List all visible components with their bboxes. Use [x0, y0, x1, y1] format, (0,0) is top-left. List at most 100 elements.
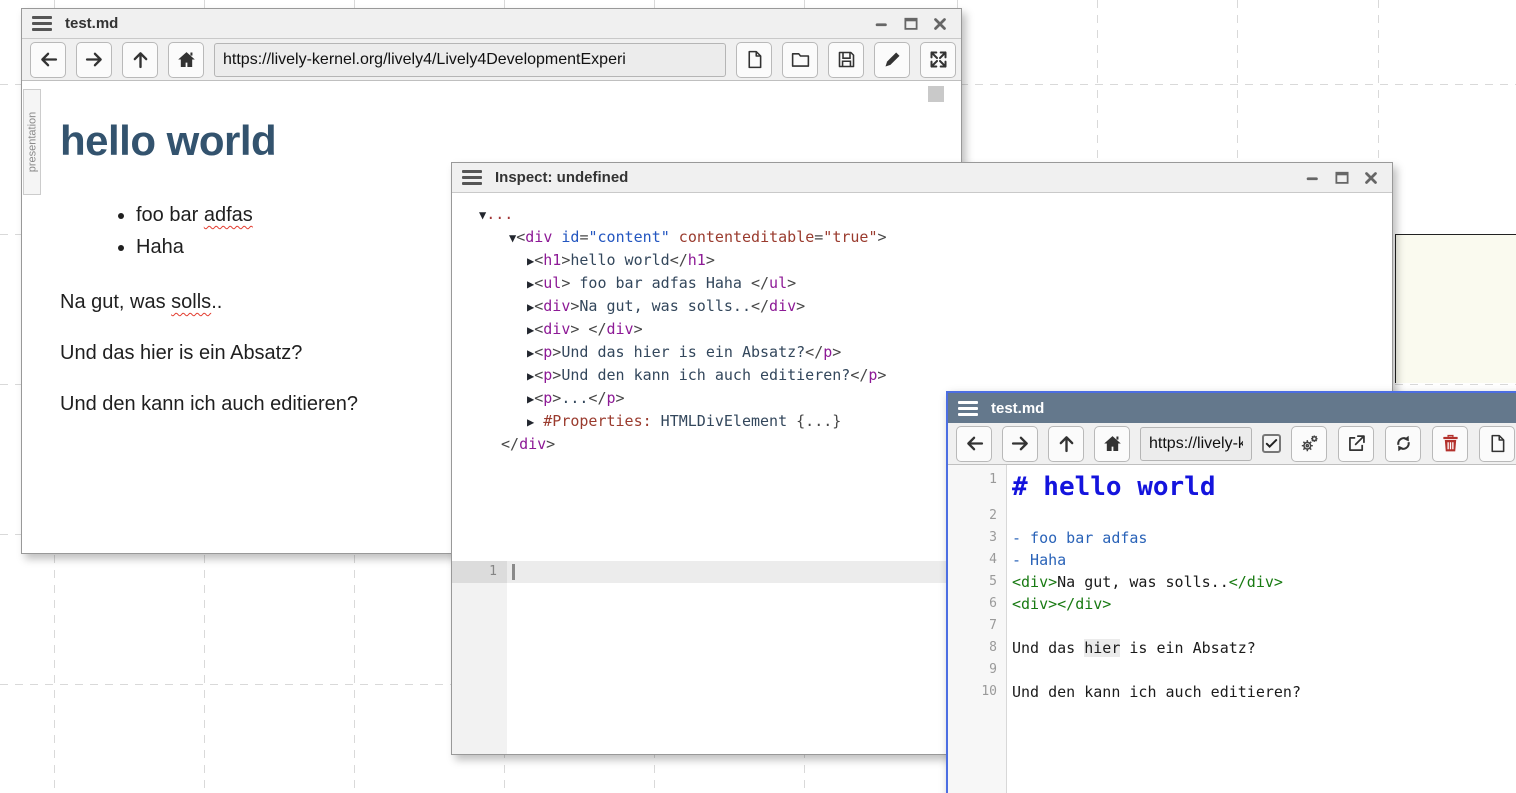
- editor-line[interactable]: 10Und den kann ich auch editieren?: [948, 681, 1516, 703]
- editor-line-content[interactable]: Und den kann ich auch editieren?: [1006, 681, 1516, 703]
- dom-tree-line[interactable]: ▶<p>Und das hier is ein Absatz?</p>: [527, 341, 1392, 364]
- heading: hello world: [60, 117, 961, 165]
- menu-icon[interactable]: [32, 16, 52, 31]
- save-button[interactable]: [828, 42, 864, 78]
- editor-line[interactable]: 2: [948, 505, 1516, 527]
- token: [652, 412, 661, 430]
- dom-tree-line[interactable]: ▶<div> </div>: [527, 318, 1392, 341]
- close-icon: [931, 15, 949, 33]
- minimize-button[interactable]: [873, 15, 891, 33]
- action-buttons: [736, 42, 956, 78]
- expand-button[interactable]: [920, 42, 956, 78]
- editor-window: test.md 1# hello world23- foo bar adfas4…: [946, 391, 1516, 793]
- token: ...: [561, 389, 588, 407]
- maximize-icon: [902, 15, 920, 33]
- back-button[interactable]: [956, 426, 992, 462]
- dom-tree-line[interactable]: ▶<h1>hello world</h1>: [527, 249, 1392, 272]
- editor-line-content[interactable]: [1006, 659, 1516, 681]
- url-input[interactable]: [214, 43, 726, 77]
- line-number: 5: [948, 571, 1006, 593]
- presentation-tab[interactable]: presentation: [23, 89, 41, 195]
- home-button[interactable]: [1094, 426, 1130, 462]
- token: div: [519, 435, 546, 453]
- dom-tree-line[interactable]: ▼...: [479, 203, 1392, 226]
- editor-line[interactable]: 4- Haha: [948, 549, 1516, 571]
- desktop: test.md presentation hello world foo bar…: [0, 0, 1516, 793]
- line-number: 2: [948, 505, 1006, 527]
- token: p: [823, 343, 832, 361]
- back-button[interactable]: [30, 42, 66, 78]
- source-editor[interactable]: 1# hello world23- foo bar adfas4- Haha5<…: [948, 465, 1516, 793]
- editor-line[interactable]: 1# hello world: [948, 469, 1516, 505]
- editor-line[interactable]: 5<div>Na gut, was solls..</div>: [948, 571, 1516, 593]
- token: p: [606, 389, 615, 407]
- scrollbar-thumb[interactable]: [928, 86, 944, 102]
- token: - foo bar adfas: [1012, 529, 1147, 547]
- token: {...}: [787, 412, 841, 430]
- line-number: 6: [948, 593, 1006, 615]
- folder-icon: [790, 49, 811, 70]
- editor-window-titlebar[interactable]: test.md: [948, 393, 1516, 423]
- close-button[interactable]: [931, 15, 949, 33]
- dom-tree-line[interactable]: ▶<div>Na gut, was solls..</div>: [527, 295, 1392, 318]
- presentation-tab-label: presentation: [26, 112, 38, 173]
- markdown-window-titlebar[interactable]: test.md: [22, 9, 961, 39]
- editor-line[interactable]: 9: [948, 659, 1516, 681]
- menu-icon[interactable]: [958, 401, 978, 416]
- editor-line-content[interactable]: - foo bar adfas: [1006, 527, 1516, 549]
- side-panel: [1395, 234, 1516, 383]
- editor-line[interactable]: 8Und das hier is ein Absatz?: [948, 637, 1516, 659]
- settings-button[interactable]: [1291, 426, 1327, 462]
- token: ...: [486, 205, 513, 223]
- arrow-right-icon: [1010, 433, 1031, 454]
- close-button[interactable]: [1362, 169, 1380, 187]
- dom-tree-line[interactable]: ▶<ul> foo bar adfas Haha </ul>: [527, 272, 1392, 295]
- editor-line[interactable]: 3- foo bar adfas: [948, 527, 1516, 549]
- new-file-button[interactable]: [1479, 426, 1515, 462]
- check-icon: [1264, 436, 1279, 451]
- maximize-button[interactable]: [902, 15, 920, 33]
- close-icon: [1362, 169, 1380, 187]
- editor-line-content[interactable]: # hello world: [1006, 469, 1516, 505]
- refresh-button[interactable]: [1385, 426, 1421, 462]
- editor-line[interactable]: 7: [948, 615, 1516, 637]
- token: Na gut, was: [60, 291, 171, 313]
- up-button[interactable]: [122, 42, 158, 78]
- token: div: [606, 320, 633, 338]
- open-external-button[interactable]: [1338, 426, 1374, 462]
- expand-icon: [928, 49, 949, 70]
- external-icon: [1346, 433, 1367, 454]
- minimize-button[interactable]: [1304, 169, 1322, 187]
- token: [670, 228, 679, 246]
- edit-button[interactable]: [874, 42, 910, 78]
- editor-line-content[interactable]: [1006, 615, 1516, 637]
- editor-line-content[interactable]: - Haha: [1006, 549, 1516, 571]
- token: </: [751, 274, 769, 292]
- editor-line-content[interactable]: Und das hier is ein Absatz?: [1006, 637, 1516, 659]
- url-input[interactable]: [1140, 427, 1252, 461]
- arrow-left-icon: [38, 49, 59, 70]
- dom-tree-line[interactable]: ▼<div id="content" contenteditable="true…: [509, 226, 1392, 249]
- delete-button[interactable]: [1432, 426, 1468, 462]
- forward-button[interactable]: [1002, 426, 1038, 462]
- new-file-button[interactable]: [736, 42, 772, 78]
- token: >: [546, 435, 555, 453]
- editor-line-content[interactable]: [1006, 505, 1516, 527]
- editor-line[interactable]: 6<div></div>: [948, 593, 1516, 615]
- token: >: [561, 251, 570, 269]
- up-button[interactable]: [1048, 426, 1084, 462]
- menu-icon[interactable]: [462, 170, 482, 185]
- inspector-window-titlebar[interactable]: Inspect: undefined: [452, 163, 1392, 193]
- dom-tree-line[interactable]: ▶<p>Und den kann ich auch editieren?</p>: [527, 364, 1392, 387]
- token: div: [769, 297, 796, 315]
- line-number: 9: [948, 659, 1006, 681]
- token: p: [543, 343, 552, 361]
- editor-line-content[interactable]: <div>Na gut, was solls..</div>: [1006, 571, 1516, 593]
- open-folder-button[interactable]: [782, 42, 818, 78]
- home-button[interactable]: [168, 42, 204, 78]
- editor-line-content[interactable]: <div></div>: [1006, 593, 1516, 615]
- maximize-button[interactable]: [1333, 169, 1351, 187]
- line-number: 1: [452, 561, 507, 583]
- forward-button[interactable]: [76, 42, 112, 78]
- update-checkbox[interactable]: [1262, 434, 1281, 453]
